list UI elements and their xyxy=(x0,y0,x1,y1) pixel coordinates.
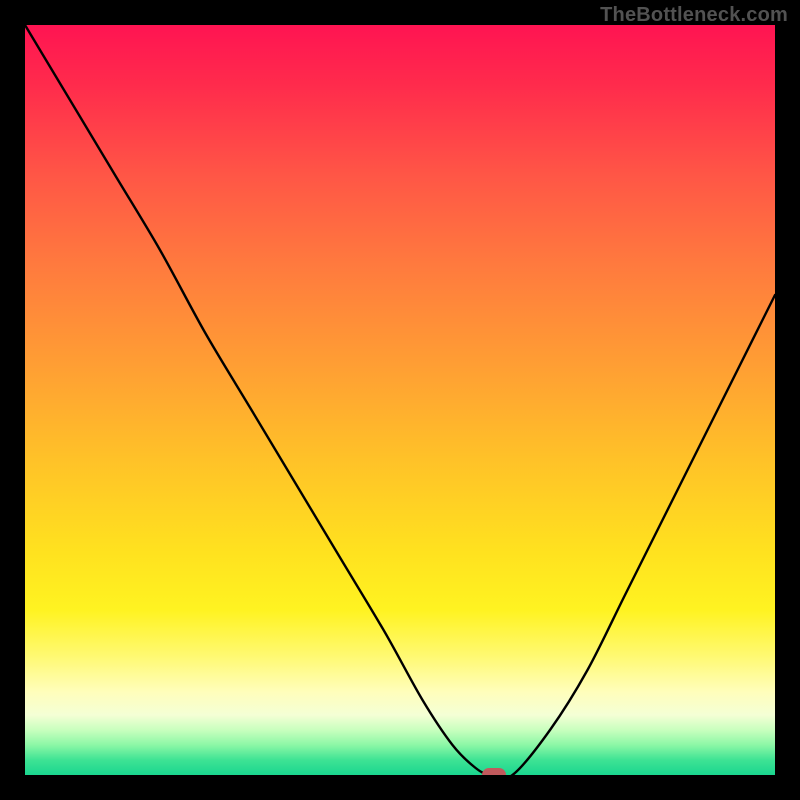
bottleneck-curve xyxy=(25,25,775,775)
plot-area xyxy=(25,25,775,775)
chart-frame: TheBottleneck.com xyxy=(0,0,800,800)
optimal-point-marker xyxy=(482,768,506,775)
watermark-text: TheBottleneck.com xyxy=(600,4,788,27)
